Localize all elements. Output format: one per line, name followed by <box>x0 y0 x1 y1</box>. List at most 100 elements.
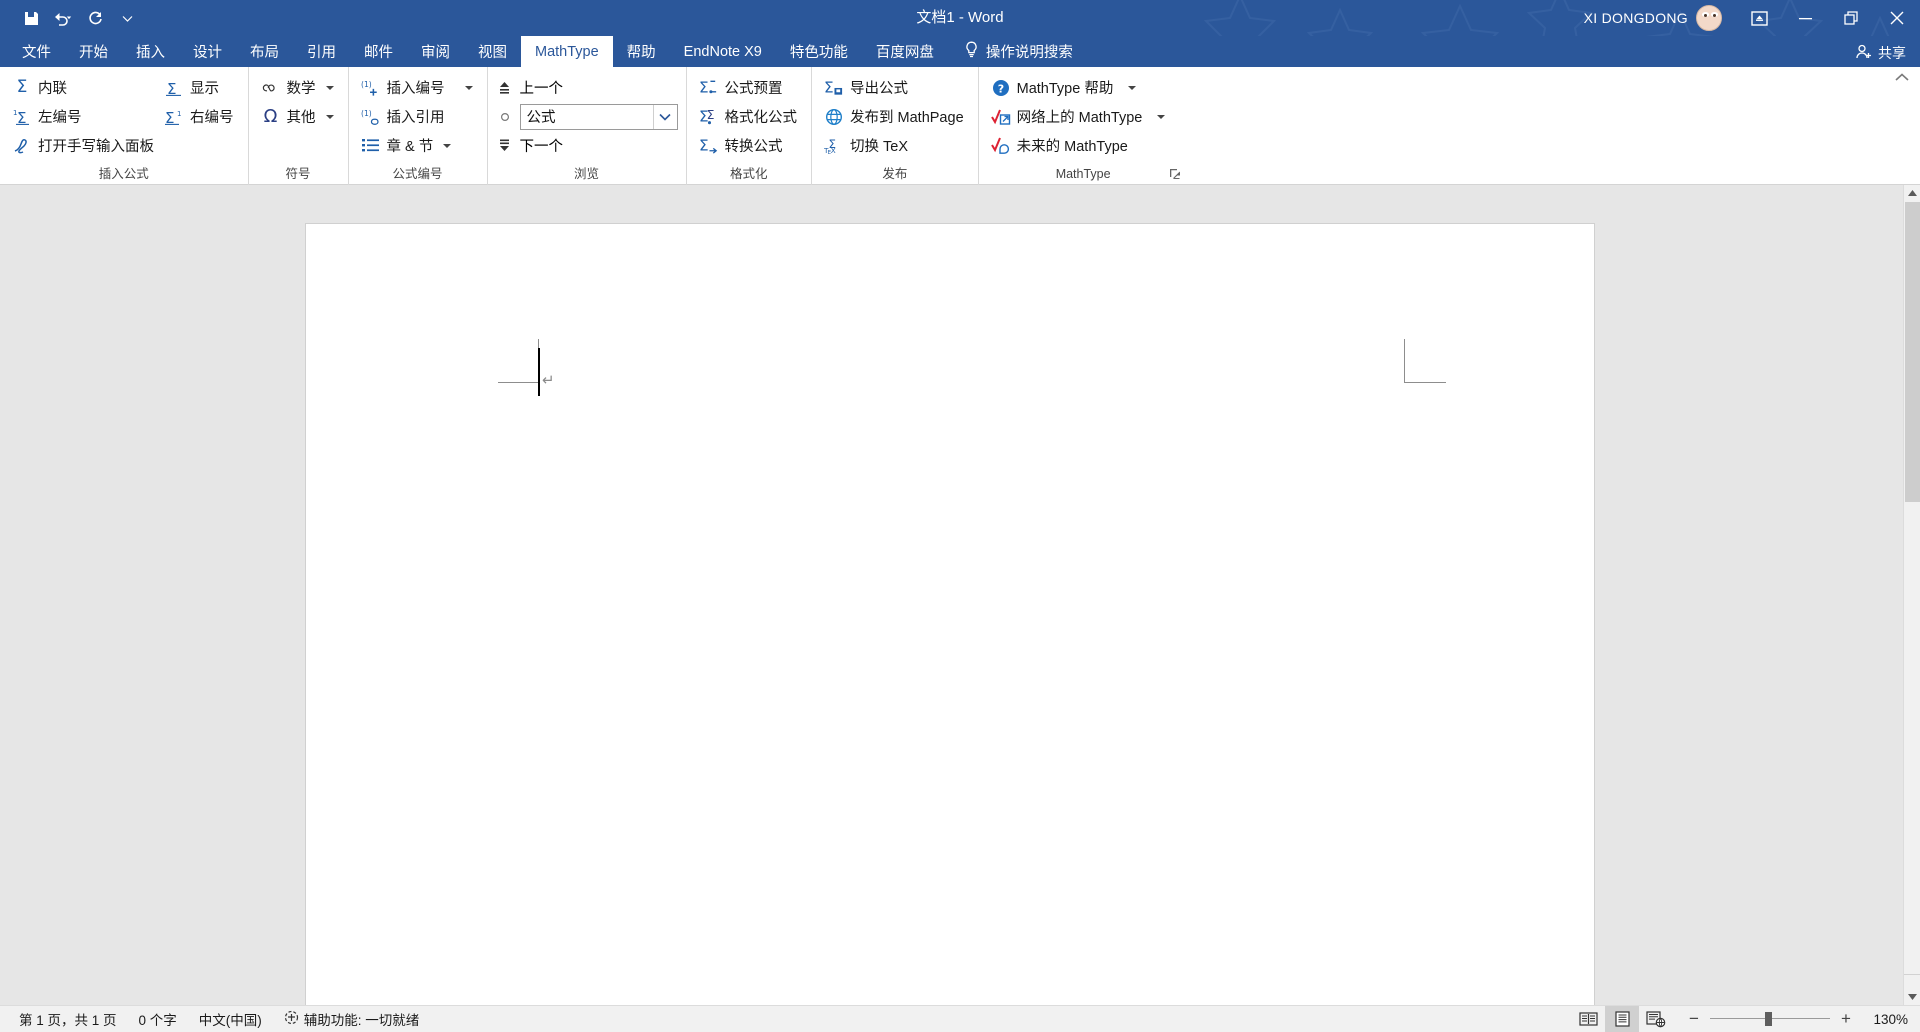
tab-insert[interactable]: 插入 <box>122 36 179 67</box>
publish-to-mathpage-button[interactable]: 发布到 MathPage <box>820 102 970 131</box>
mathtype-help-button[interactable]: ? MathType 帮助 <box>987 73 1172 102</box>
tab-view[interactable]: 视图 <box>464 36 521 67</box>
group-label-equation-numbers: 公式编号 <box>392 167 443 181</box>
browse-object-value: 公式 <box>526 110 556 126</box>
insert-display-equation-button[interactable]: Σ 显示 <box>160 73 240 102</box>
dialog-box-launcher-icon[interactable] <box>1168 167 1184 183</box>
user-name[interactable]: XI DONGDONG <box>1584 10 1696 26</box>
tab-help[interactable]: 帮助 <box>613 36 670 67</box>
print-layout-view-icon[interactable] <box>1605 1006 1639 1032</box>
insert-number-button[interactable]: (1) 插入编号 <box>357 73 479 102</box>
chevron-down-icon[interactable] <box>1157 114 1166 119</box>
mathtype-future-button[interactable]: 未来的 MathType <box>987 131 1172 160</box>
item-label: 公式预置 <box>724 81 783 97</box>
tab-special-features[interactable]: 特色功能 <box>776 36 862 67</box>
ribbon-display-options-icon[interactable] <box>1736 0 1782 36</box>
ribbon-group-insert-equation: Σ 内联 1Σ 左编号 打开手写输入面板 Σ 显示 Σ 1 右编号 插入公式 <box>0 67 248 185</box>
mathtype-web-icon <box>990 107 1011 127</box>
item-label: 切换 TeX <box>850 139 909 155</box>
tab-layout[interactable]: 布局 <box>236 36 293 67</box>
accessibility-icon <box>284 1010 299 1028</box>
help-question-icon: ? <box>991 78 1011 98</box>
redo-icon[interactable] <box>80 4 110 32</box>
save-icon[interactable] <box>16 4 46 32</box>
vertical-scrollbar[interactable] <box>1903 185 1920 1005</box>
page-info[interactable]: 第 1 页，共 1 页 <box>8 1006 128 1032</box>
zoom-out-button[interactable]: − <box>1687 1009 1701 1029</box>
close-icon[interactable] <box>1874 0 1920 36</box>
group-label-mathtype: MathType <box>1055 167 1111 181</box>
chevron-down-icon[interactable] <box>1128 85 1137 90</box>
zoom-slider[interactable] <box>1710 1011 1830 1027</box>
right-numbered-equation-button[interactable]: Σ1 右编号 <box>160 102 240 131</box>
chevron-down-icon[interactable] <box>443 143 452 148</box>
language-indicator[interactable]: 中文(中国) <box>188 1006 273 1032</box>
svg-text:E: E <box>828 150 832 155</box>
share-label: 共享 <box>1878 45 1906 61</box>
tab-endnote-x9[interactable]: EndNote X9 <box>670 36 776 67</box>
item-label: 内联 <box>38 81 67 97</box>
sigma-right-number-icon: Σ1 <box>164 107 184 127</box>
sigma-display-icon: Σ <box>164 78 184 98</box>
minimize-icon[interactable] <box>1782 0 1828 36</box>
group-label-insert-equation: 插入公式 <box>98 167 149 181</box>
mathtype-on-the-web-button[interactable]: 网络上的 MathType <box>987 102 1172 131</box>
chevron-down-icon[interactable] <box>325 85 334 90</box>
format-equations-button[interactable]: ΣΣ 格式化公式 <box>695 102 804 131</box>
document-page[interactable]: ↵ <box>306 224 1594 1005</box>
share-person-icon <box>1856 44 1873 62</box>
scrollbar-thumb[interactable] <box>1905 202 1920 502</box>
web-layout-view-icon[interactable] <box>1639 1006 1673 1032</box>
left-numbered-equation-button[interactable]: 1Σ 左编号 <box>8 102 160 131</box>
chapter-section-button[interactable]: 章 & 节 <box>357 131 479 160</box>
browse-previous-button[interactable]: 上一个 <box>496 73 678 102</box>
svg-text:Σ: Σ <box>824 79 834 97</box>
svg-text:Σ: Σ <box>17 109 26 126</box>
share-button[interactable]: 共享 <box>1856 43 1906 63</box>
scroll-down-arrow-icon[interactable] <box>1904 988 1920 1005</box>
item-label: 下一个 <box>519 139 564 155</box>
insert-reference-button[interactable]: (1) 插入引用 <box>357 102 479 131</box>
insert-inline-equation-button[interactable]: Σ 内联 <box>8 73 160 102</box>
convert-equations-button[interactable]: Σ 转换公式 <box>695 131 804 160</box>
browse-object-combobox[interactable]: 公式 <box>519 103 678 130</box>
browse-next-button[interactable]: 下一个 <box>496 131 678 160</box>
chevron-down-icon[interactable] <box>325 114 334 119</box>
tab-file[interactable]: 文件 <box>8 36 65 67</box>
math-symbols-button[interactable]: 数学 <box>257 73 340 102</box>
status-bar-right: − + 130% <box>1571 1006 1920 1032</box>
tab-mathtype[interactable]: MathType <box>521 36 613 67</box>
undo-icon[interactable] <box>48 4 78 32</box>
customize-qat-icon[interactable] <box>112 4 142 32</box>
other-symbols-button[interactable]: Ω 其他 <box>257 102 340 131</box>
chevron-down-icon[interactable] <box>464 85 473 90</box>
zoom-in-button[interactable]: + <box>1839 1009 1853 1029</box>
tab-review[interactable]: 审阅 <box>407 36 464 67</box>
item-label: 章 & 节 <box>386 139 434 155</box>
zoom-slider-thumb[interactable] <box>1765 1012 1772 1026</box>
export-equations-button[interactable]: Σ 导出公式 <box>820 73 970 102</box>
zoom-level[interactable]: 130% <box>1862 1012 1908 1027</box>
read-mode-view-icon[interactable] <box>1571 1006 1605 1032</box>
split-window-handle[interactable] <box>1904 974 1920 988</box>
tell-me-search[interactable]: 操作说明搜索 <box>948 36 1085 67</box>
chevron-down-icon[interactable] <box>652 104 677 129</box>
word-count[interactable]: 0 个字 <box>128 1006 188 1032</box>
tab-mailings[interactable]: 邮件 <box>350 36 407 67</box>
open-handwriting-panel-button[interactable]: 打开手写输入面板 <box>8 131 160 160</box>
accessibility-status[interactable]: 辅助功能: 一切就绪 <box>273 1006 431 1032</box>
format-equations-icon: ΣΣ <box>699 107 719 127</box>
browse-object-row: 公式 <box>496 102 678 131</box>
collapse-ribbon-icon[interactable] <box>1894 71 1910 89</box>
item-label: 打开手写输入面板 <box>38 139 154 155</box>
ribbon: Σ 内联 1Σ 左编号 打开手写输入面板 Σ 显示 Σ 1 右编号 插入公式 数… <box>0 67 1920 185</box>
equation-preferences-button[interactable]: Σ 公式预置 <box>695 73 804 102</box>
scroll-up-arrow-icon[interactable] <box>1904 185 1920 202</box>
toggle-tex-button[interactable]: ΣT XE 切换 TeX <box>820 131 970 160</box>
tab-home[interactable]: 开始 <box>65 36 122 67</box>
tab-baidu-netdisk[interactable]: 百度网盘 <box>862 36 948 67</box>
restore-icon[interactable] <box>1828 0 1874 36</box>
avatar[interactable] <box>1696 5 1722 31</box>
tab-design[interactable]: 设计 <box>179 36 236 67</box>
tab-references[interactable]: 引用 <box>293 36 350 67</box>
